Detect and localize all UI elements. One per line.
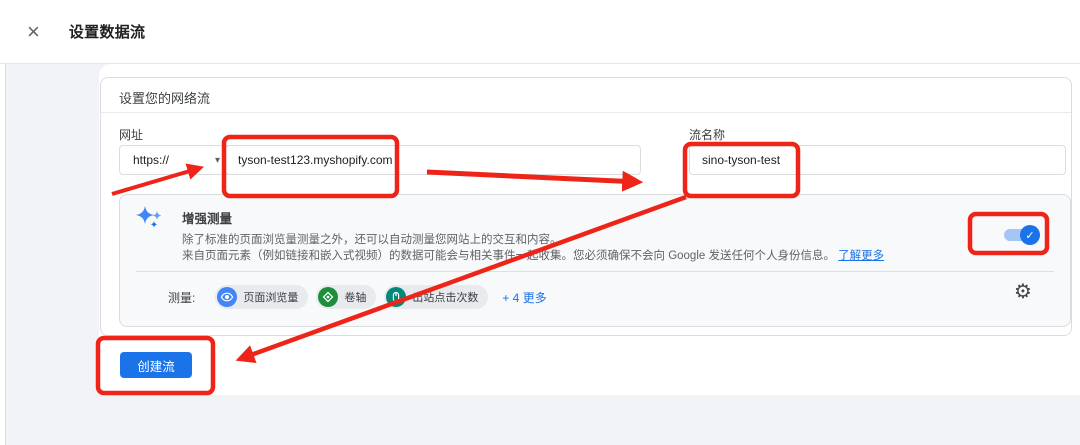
scroll-icon xyxy=(318,287,339,307)
toggle-thumb-check-icon: ✓ xyxy=(1020,225,1040,245)
left-edge-strip xyxy=(0,64,6,445)
create-stream-button[interactable]: 创建流 xyxy=(120,352,192,378)
url-input[interactable] xyxy=(225,145,641,175)
learn-more-link[interactable]: 了解更多 xyxy=(838,250,884,262)
badge-pageviews[interactable]: 页面浏览量 xyxy=(215,285,309,309)
close-icon[interactable]: × xyxy=(27,20,40,43)
enhanced-measurement-title: 增强测量 xyxy=(182,212,233,226)
stream-name-input[interactable] xyxy=(689,145,1066,175)
dialog-title: 设置数据流 xyxy=(68,24,146,41)
dialog-header: × 设置数据流 xyxy=(0,0,1080,64)
gear-icon[interactable]: ⚙ xyxy=(1014,282,1032,302)
measurement-row: 测量: 页面浏览量 卷轴 出站点击次数 + 4 更多 xyxy=(168,285,547,309)
protocol-select[interactable]: https:// ▾ xyxy=(119,145,231,175)
badge-label: 出站点击次数 xyxy=(412,292,479,304)
enhanced-measurement-toggle[interactable]: ✓ xyxy=(1004,225,1050,245)
mouse-icon xyxy=(386,287,407,307)
measure-label: 测量: xyxy=(168,290,196,305)
card-divider xyxy=(101,112,1071,113)
enhanced-box-divider xyxy=(136,271,1054,272)
more-measurements-link[interactable]: + 4 更多 xyxy=(502,289,546,306)
chevron-down-icon: ▾ xyxy=(214,154,220,166)
enhanced-measurement-desc-2: 来自页面元素（例如链接和嵌入式视频）的数据可能会与相关事件一起收集。您必须确保不… xyxy=(182,250,885,262)
enhanced-measurement-box: 增强测量 除了标准的页面浏览量测量之外，还可以自动测量您网站上的交互和内容。 来… xyxy=(119,194,1071,327)
web-stream-card: 设置您的网络流 网址 https:// ▾ 流名称 增强测量 除了标准的页面浏览… xyxy=(100,77,1072,336)
stream-name-label: 流名称 xyxy=(689,128,726,142)
card-title: 设置您的网络流 xyxy=(119,91,211,106)
badge-label: 卷轴 xyxy=(344,292,367,304)
badge-label: 页面浏览量 xyxy=(243,292,299,304)
eye-icon xyxy=(217,287,238,307)
badge-scrolls[interactable]: 卷轴 xyxy=(316,285,377,309)
sparkle-icon xyxy=(135,203,165,233)
url-label: 网址 xyxy=(119,128,144,142)
protocol-value: https:// xyxy=(133,153,170,167)
enhanced-measurement-desc-1: 除了标准的页面浏览量测量之外，还可以自动测量您网站上的交互和内容。 xyxy=(182,234,562,246)
badge-outbound-clicks[interactable]: 出站点击次数 xyxy=(384,285,489,309)
